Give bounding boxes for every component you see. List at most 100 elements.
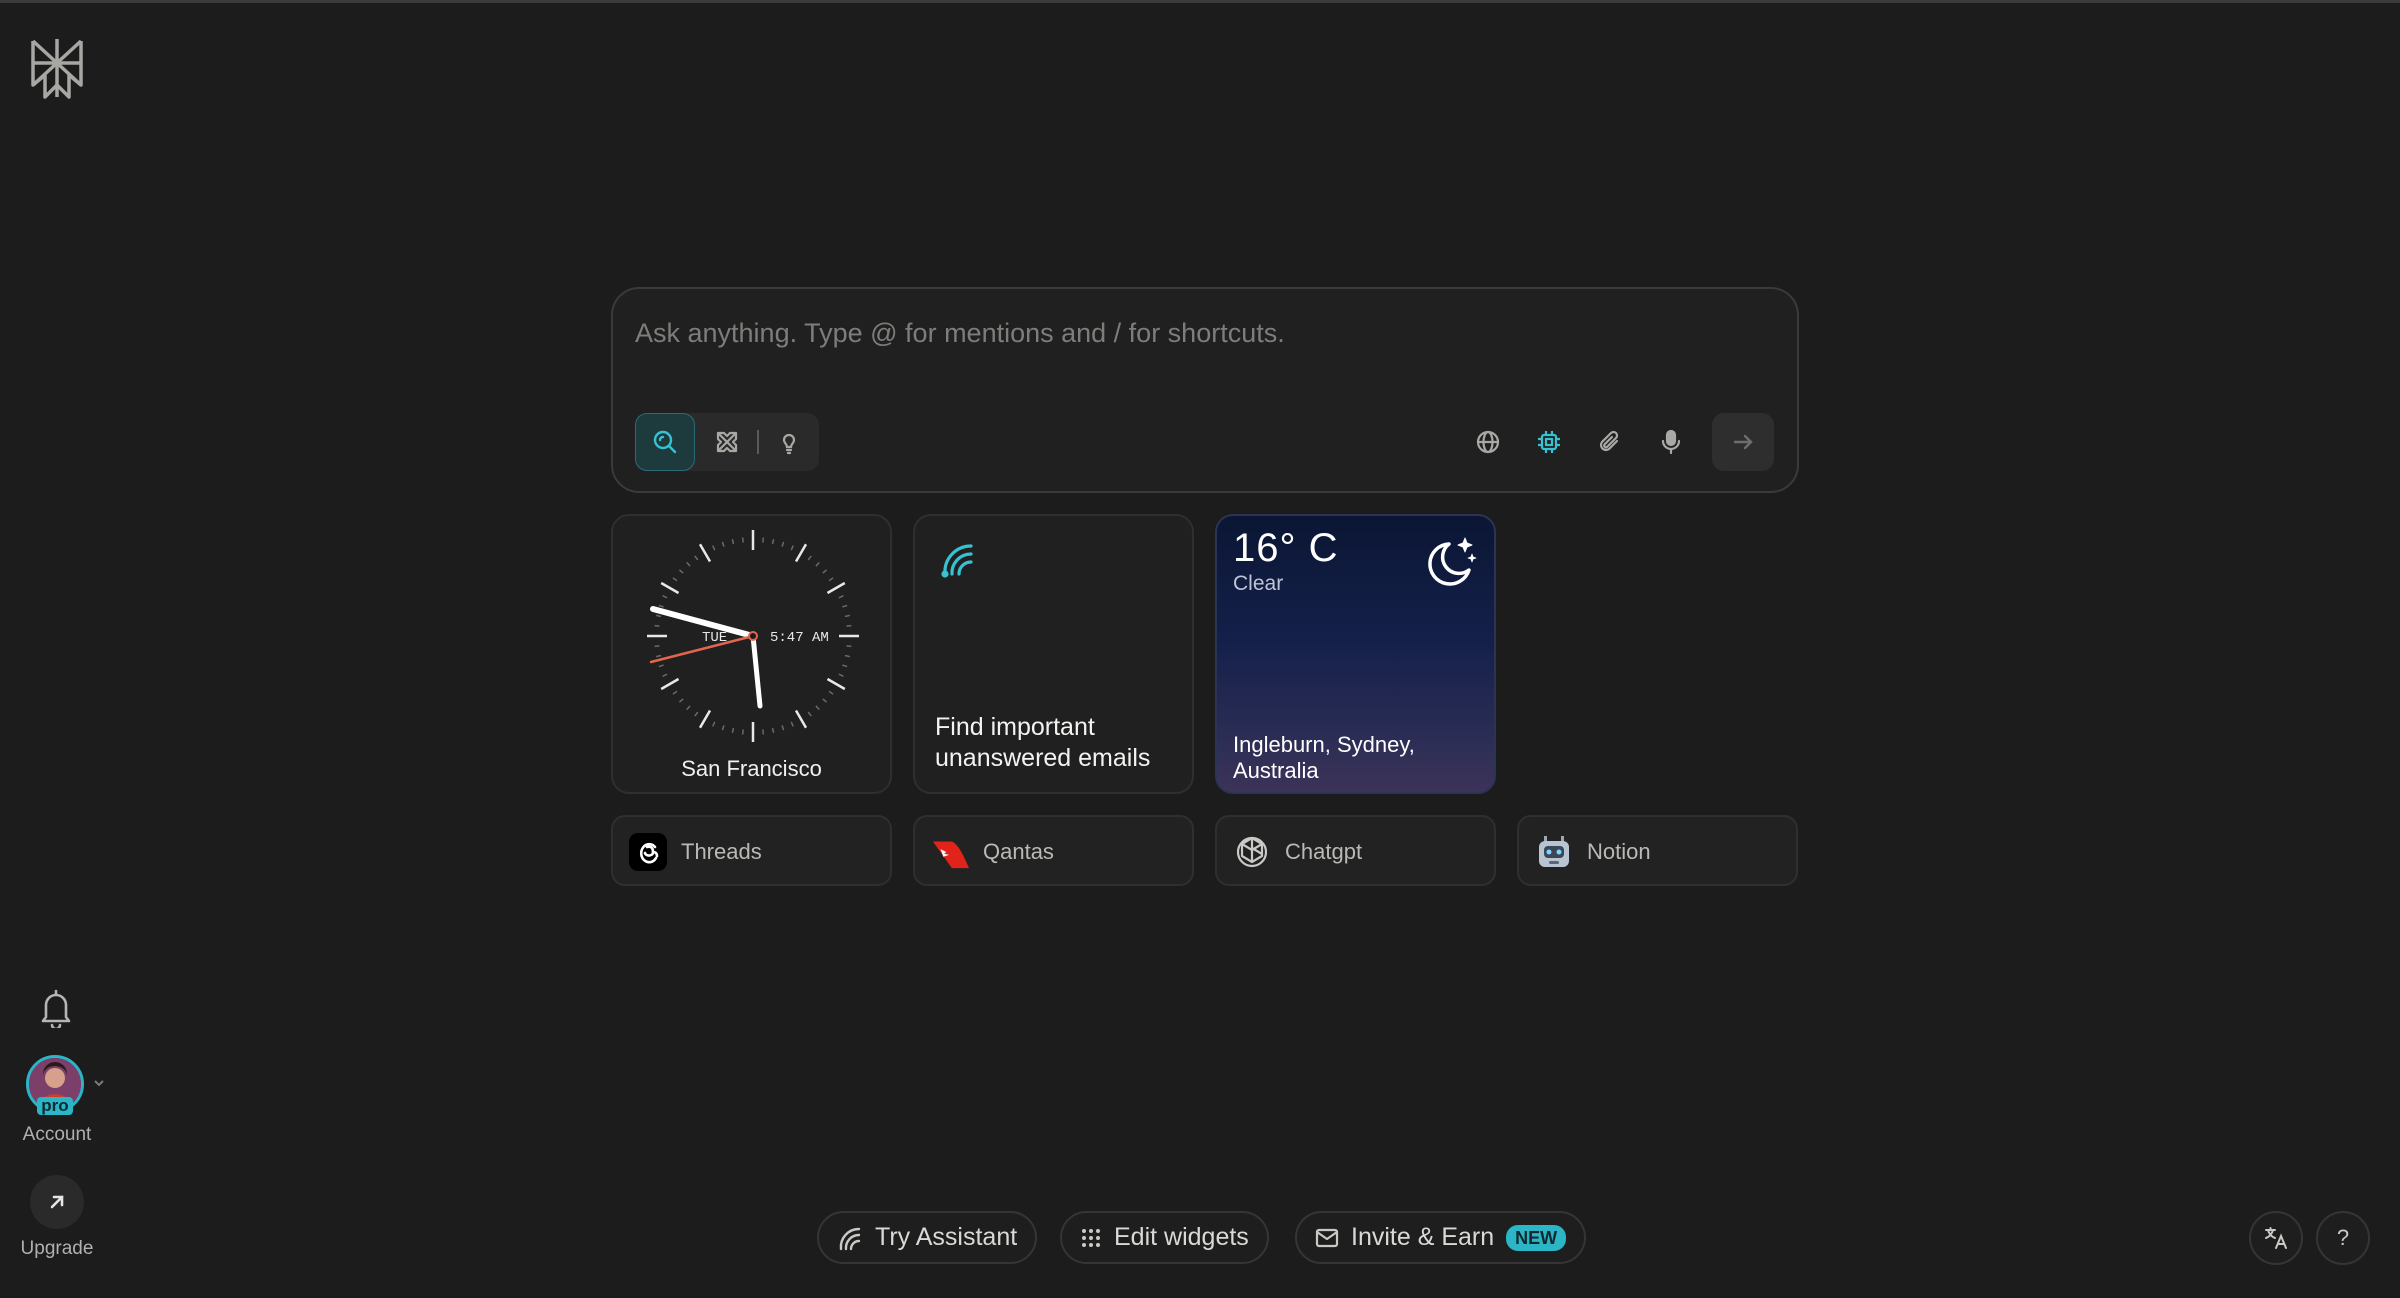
mode-labs-button[interactable] [759,413,819,471]
try-assistant-label: Try Assistant [875,1223,1018,1251]
account-label[interactable]: Account [7,1124,107,1146]
mode-research-button[interactable] [697,413,757,471]
clock-hour-tick [660,581,680,595]
clock-time: 5:47 AM [770,630,829,646]
research-icon [716,431,738,453]
weather-widget[interactable]: 16° C Clear Ingleburn, Sydney, Australia [1215,514,1496,794]
shortcut-notion[interactable]: Notion [1517,815,1798,886]
clock-minute-tick [815,705,820,711]
clock-minute-tick [721,725,725,731]
clock-minute-tick [771,727,775,733]
submit-button[interactable] [1712,413,1774,471]
clock-minute-tick [658,604,664,608]
perplexity-logo-icon[interactable] [27,35,87,101]
invite-earn-label: Invite & Earn [1351,1223,1495,1251]
grid-dots-icon [1082,1228,1100,1247]
weather-location: Ingleburn, Sydney, Australia [1233,732,1415,783]
clock-minute-tick [721,541,725,547]
clock-minute-tick [822,698,828,703]
weather-condition: Clear [1233,572,1284,595]
shortcut-label: Notion [1587,839,1651,864]
invite-earn-button[interactable]: Invite & Earn NEW [1295,1211,1587,1264]
try-assistant-button[interactable]: Try Assistant [817,1211,1038,1264]
ask-box [611,287,1799,493]
clock-minute-tick [712,721,716,727]
clock-minute-tick [658,664,664,668]
bell-icon[interactable] [38,988,74,1031]
search-mode-selector [635,413,819,471]
clock-minute-tick [781,541,785,547]
clock-minute-tick [822,569,828,574]
search-icon [653,430,677,454]
clock-minute-tick [686,561,691,567]
clock-minute-tick [807,555,812,561]
clock-minute-tick [842,604,848,608]
translate-icon [2265,1227,2287,1249]
upgrade-label[interactable]: Upgrade [7,1238,107,1260]
clock-minute-tick [678,569,684,574]
chip-icon [1538,431,1560,453]
voice-button[interactable] [1642,413,1700,471]
arrow-up-right-icon [50,1195,64,1209]
clock-hour-tick [794,543,808,563]
attach-button[interactable] [1581,413,1639,471]
help-button[interactable]: ? [2316,1211,2370,1265]
help-label: ? [2336,1225,2350,1250]
clock-minute-tick [781,725,785,731]
shortcut-qantas[interactable]: Qantas [913,815,1194,886]
clock-minute-tick [662,673,668,677]
mode-search-button[interactable] [635,413,695,471]
clock-minute-tick [842,664,848,668]
clock-minute-tick [790,545,794,551]
clock-minute-tick [838,673,844,677]
chatgpt-icon [1233,833,1271,871]
shortcut-label: Chatgpt [1285,839,1363,864]
clock-widget[interactable]: TUE 5:47 AM San Francisco [611,514,892,794]
clock-minute-tick [844,654,850,658]
language-button[interactable] [2249,1211,2303,1265]
clock-hour-tick [826,581,846,595]
clock-minute-tick [656,654,662,658]
clock-hour-tick [794,709,808,729]
robot-icon [1535,833,1573,871]
clock-hour-tick [698,709,712,729]
clock-minute-tick [654,645,660,648]
globe-icon [1476,430,1500,454]
clock-minute-tick [694,555,699,561]
assistant-icon [941,544,973,578]
temperature: 16° C [1233,526,1339,570]
model-button[interactable] [1520,413,1578,471]
clock-minute-tick [741,729,744,735]
moon-stars-icon [1428,537,1477,586]
clock-minute-tick [846,645,852,648]
microphone-icon [1661,429,1681,455]
arrow-right-icon [1733,434,1753,450]
clock-minute-tick [731,539,735,545]
clock-hour-tick [826,677,846,691]
clock-minute-tick [846,624,852,627]
window-top-border [0,0,2400,3]
upgrade-button[interactable] [30,1175,84,1229]
clock-city: San Francisco [681,756,822,781]
search-input[interactable] [635,313,1735,353]
clock-minute-tick [815,561,820,567]
clock-minute-tick [838,595,844,599]
edit-widgets-button[interactable]: Edit widgets [1060,1211,1269,1264]
minute-hand [750,633,763,709]
globe-button[interactable] [1459,413,1517,471]
clock-minute-tick [828,577,834,582]
clock-minute-tick [828,690,834,695]
clock-minute-tick [672,690,678,695]
clock-minute-tick [807,711,812,717]
shortcut-threads[interactable]: Threads [611,815,892,886]
assistant-widget[interactable]: Find important unanswered emails [913,514,1194,794]
analog-clock: TUE 5:47 AM [647,530,859,742]
account-avatar-button[interactable]: pro [26,1055,88,1117]
clock-minute-tick [712,545,716,551]
chevron-down-icon[interactable] [92,1076,106,1090]
clock-minute-tick [672,577,678,582]
new-badge: NEW [1506,1224,1567,1251]
shortcut-chatgpt[interactable]: Chatgpt [1215,815,1496,886]
lightbulb-icon [782,433,796,455]
clock-minute-tick [741,537,744,543]
